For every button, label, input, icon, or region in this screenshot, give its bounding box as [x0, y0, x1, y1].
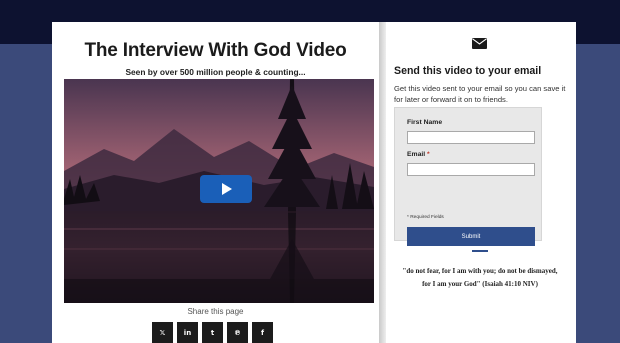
video-panel: The Interview With God Video Seen by ove…	[52, 22, 379, 343]
x-icon: 𝕏	[159, 328, 166, 337]
linkedin-icon: in	[183, 328, 192, 337]
share-linkedin-button[interactable]: in	[177, 322, 198, 343]
video-player[interactable]	[64, 79, 374, 303]
envelope-icon	[472, 38, 487, 49]
first-name-field[interactable]	[407, 131, 535, 144]
facebook-icon: f	[260, 328, 265, 337]
share-facebook-button[interactable]: f	[252, 322, 273, 343]
share-label: Share this page	[187, 307, 244, 316]
email-form: First Name Email * * Required Fields Sub…	[394, 107, 542, 246]
bible-verse: "do not fear, for I am with you; do not …	[394, 265, 566, 291]
email-panel: Send this video to your email Get this v…	[386, 22, 576, 343]
form-description: Get this video sent to your email so you…	[394, 84, 566, 104]
pinterest-icon: ℗	[234, 328, 241, 337]
tumblr-icon: t	[210, 328, 215, 337]
verse-line-1: "do not fear, for I am with you; do not …	[402, 267, 558, 275]
share-tumblr-button[interactable]: t	[202, 322, 223, 343]
required-star: *	[427, 151, 430, 158]
email-label: Email *	[407, 151, 430, 158]
panel-divider	[379, 22, 386, 343]
play-button[interactable]	[200, 175, 252, 203]
form-title: Send this video to your email	[394, 65, 542, 77]
share-buttons: 𝕏 in t ℗ f	[152, 322, 273, 343]
page-title: The Interview With God Video	[84, 40, 347, 61]
share-pinterest-button[interactable]: ℗	[227, 322, 248, 343]
play-icon	[222, 183, 232, 195]
email-field[interactable]	[407, 163, 535, 176]
required-note: * Required Fields	[407, 215, 444, 220]
first-name-label: First Name	[407, 119, 443, 126]
page-subtitle: Seen by over 500 million people & counti…	[125, 67, 306, 77]
verse-line-2: for I am your God" (Isaiah 41:10 NIV)	[422, 280, 538, 288]
submit-button[interactable]: Submit	[407, 227, 535, 246]
share-x-button[interactable]: 𝕏	[152, 322, 173, 343]
separator-line	[472, 250, 488, 252]
